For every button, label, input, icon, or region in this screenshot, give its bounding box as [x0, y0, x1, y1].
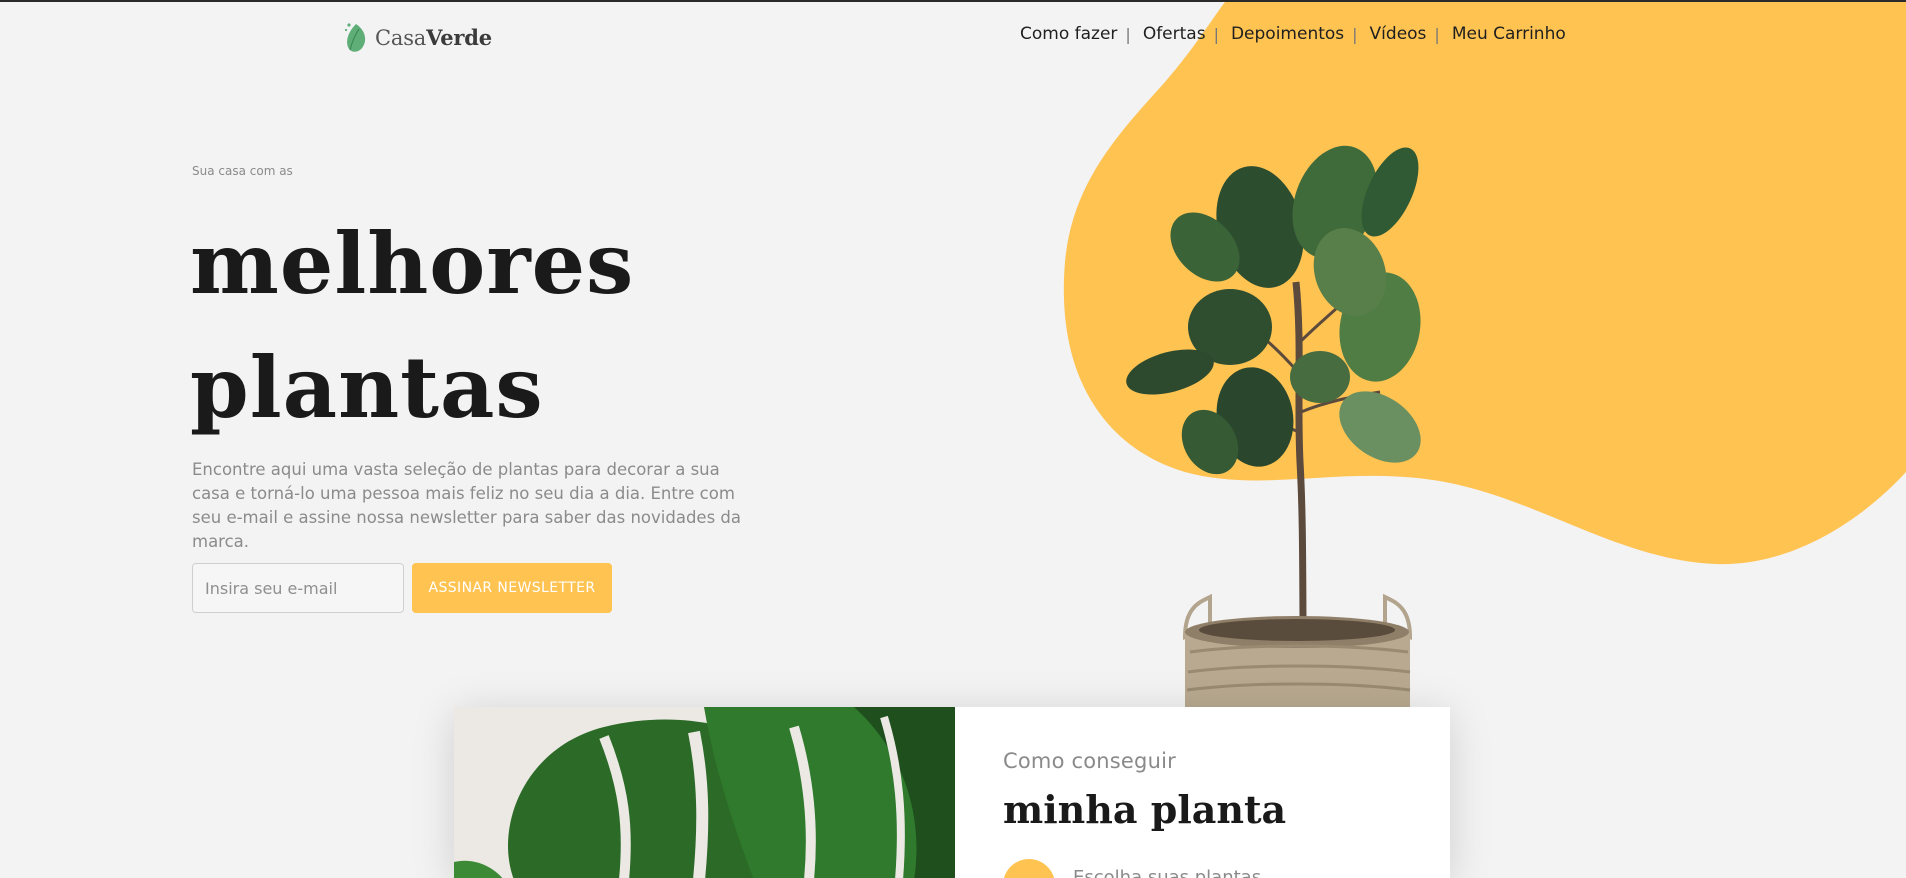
nav-separator: |	[1213, 24, 1219, 44]
brand-name-part2: Verde	[426, 24, 492, 50]
how-to-content: Como conseguir minha planta Escolha suas…	[955, 707, 1450, 878]
nav-item-meu-carrinho[interactable]: Meu Carrinho	[1452, 24, 1566, 44]
brand-name-part1: Casa	[375, 25, 427, 50]
brand-logo[interactable]: CasaVerde	[343, 20, 492, 54]
landing-page: CasaVerde Como fazer | Ofertas | Depoime…	[0, 0, 1906, 878]
how-to-title: minha planta	[1003, 787, 1287, 832]
hero-headline-line2: plantas	[190, 338, 544, 437]
step-text: Escolha suas plantas	[1073, 867, 1262, 878]
nav-separator: |	[1434, 24, 1440, 44]
brand-name: CasaVerde	[375, 25, 492, 50]
hero-description: Encontre aqui uma vasta seleção de plant…	[192, 460, 741, 551]
nav-separator: |	[1125, 24, 1131, 44]
how-to-subtitle: Como conseguir	[1003, 749, 1176, 773]
leaf-icon	[344, 23, 366, 52]
step-icon	[1003, 859, 1055, 878]
monstera-leaves-illustration	[454, 707, 955, 878]
plant-image	[1126, 145, 1421, 707]
hero-eyebrow: Sua casa com as	[192, 164, 293, 178]
nav-item-videos[interactable]: Vídeos	[1370, 24, 1427, 44]
monstera-image	[454, 707, 955, 878]
nav-item-depoimentos[interactable]: Depoimentos	[1231, 24, 1344, 44]
nav-item-ofertas[interactable]: Ofertas	[1143, 24, 1206, 44]
nav-item-como-fazer[interactable]: Como fazer	[1020, 24, 1117, 44]
email-input[interactable]	[192, 563, 404, 613]
subscribe-newsletter-button[interactable]: ASSINAR NEWSLETTER	[412, 563, 612, 613]
hero-headline: melhores plantas	[190, 202, 634, 450]
hero-headline-line1: melhores	[190, 214, 635, 313]
how-to-card: Como conseguir minha planta Escolha suas…	[454, 707, 1450, 878]
nav-separator: |	[1352, 24, 1358, 44]
main-nav: Como fazer | Ofertas | Depoimentos | Víd…	[1020, 24, 1566, 44]
